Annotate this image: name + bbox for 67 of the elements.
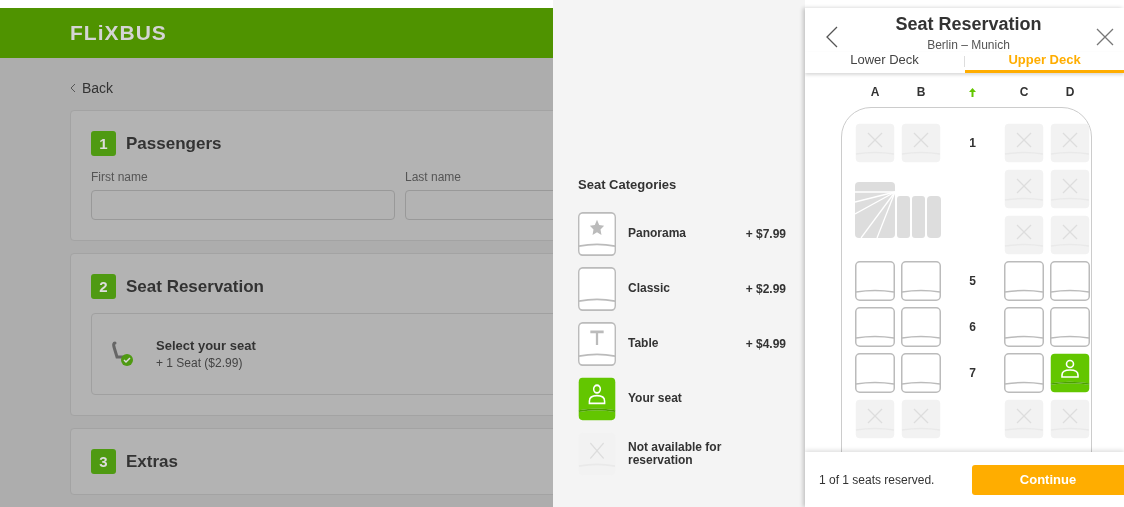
step-number: 2 — [91, 274, 116, 299]
input-field[interactable] — [91, 190, 395, 220]
back-link[interactable]: Back — [70, 78, 553, 98]
unavailable-seat — [855, 399, 895, 439]
status-text: 1 of 1 seats reserved. — [819, 472, 935, 487]
selected-seat-icon — [578, 376, 616, 421]
step-number: 1 — [91, 131, 116, 156]
seat[interactable] — [901, 307, 941, 347]
unavailable-seat — [1050, 123, 1090, 163]
chevron-left-icon — [70, 83, 76, 93]
seat[interactable] — [1050, 307, 1090, 347]
seat[interactable] — [1004, 307, 1044, 347]
selected-seat[interactable] — [1050, 353, 1090, 393]
unavailable-seat — [1004, 399, 1044, 439]
classic-seat-icon — [578, 266, 616, 311]
seat[interactable] — [1050, 261, 1090, 301]
seat[interactable] — [855, 353, 895, 393]
option-detail: + 1 Seat ($2.99) — [156, 356, 244, 370]
seat[interactable] — [1004, 353, 1044, 393]
category-name: Not available for reservation — [628, 440, 723, 467]
panorama-seat-icon — [578, 211, 616, 256]
seat[interactable] — [901, 261, 941, 301]
category-name: Table — [628, 337, 660, 350]
section-title: Seat Reservation — [126, 276, 264, 297]
seat[interactable] — [855, 307, 895, 347]
unavailable-seat — [1004, 169, 1044, 209]
unavailable-seat — [901, 399, 941, 439]
unavailable-seat — [1050, 169, 1090, 209]
unavailable-seat — [901, 123, 941, 163]
category-price: + $7.99 — [744, 226, 786, 241]
row-number: 1 — [969, 136, 976, 150]
unavailable-seat — [855, 123, 895, 163]
stairs-icon — [855, 182, 941, 238]
unavailable-seat — [1050, 215, 1090, 255]
route-subtitle: Berlin – Munich — [927, 38, 1010, 52]
row-number: 6 — [969, 320, 976, 334]
field-label: Last name — [405, 170, 463, 184]
seat[interactable] — [855, 261, 895, 301]
category-name: Your seat — [628, 392, 683, 405]
section-title: Extras — [126, 451, 178, 472]
column-label: A — [870, 85, 880, 99]
category-name: Panorama — [628, 227, 688, 240]
category-price: + $2.99 — [744, 281, 786, 296]
category-price: + $4.99 — [744, 336, 786, 351]
row-number: 5 — [969, 274, 976, 288]
deck-tab[interactable]: Lower Deck — [805, 52, 964, 73]
seat[interactable] — [1004, 261, 1044, 301]
unavailable-seat — [1050, 399, 1090, 439]
row-number: 7 — [969, 366, 976, 380]
section-title: Passengers — [126, 133, 222, 154]
column-label: B — [916, 85, 926, 99]
panel-title: Seat Reservation — [895, 14, 1042, 35]
arrow-up-icon — [969, 87, 976, 97]
step-number: 3 — [91, 449, 116, 474]
logo: FLiXBUS — [70, 21, 167, 45]
seat[interactable] — [901, 353, 941, 393]
unavailable-seat — [1004, 123, 1044, 163]
legend-title: Seat Categories — [578, 177, 678, 192]
field-label: First name — [91, 170, 149, 184]
option-title: Select your seat — [156, 338, 256, 353]
category-name: Classic — [628, 282, 672, 295]
seat-check-icon — [112, 341, 134, 367]
column-label: C — [1019, 85, 1029, 99]
seat-option[interactable]: Select your seat + 1 Seat ($2.99) — [91, 313, 553, 395]
column-label: D — [1065, 85, 1075, 99]
unavailable-seat — [1004, 215, 1044, 255]
table-seat-icon — [578, 321, 616, 366]
